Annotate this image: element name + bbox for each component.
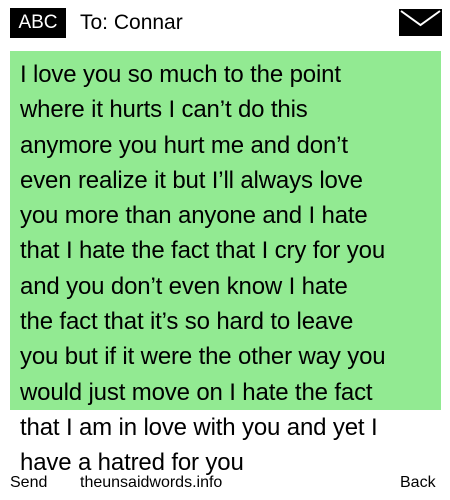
send-softkey[interactable]: Send: [10, 473, 47, 493]
message-line: and you don’t even know I hate: [20, 272, 348, 300]
message-line: that I hate the fact that I cry for you: [20, 237, 386, 265]
message-line: where it hurts I can’t do this: [20, 96, 308, 124]
message-body[interactable]: I love you so much to the point where it…: [20, 57, 445, 481]
message-line: that I am in love with you and yet I: [20, 413, 378, 441]
site-watermark: theunsaidwords.info: [80, 474, 223, 491]
message-line: you more than anyone and I hate: [20, 202, 368, 230]
message-line: would just move on I hate the fact: [20, 378, 373, 406]
input-mode-badge[interactable]: ABC: [10, 8, 66, 38]
softkey-bar: Send theunsaidwords.info Back: [0, 470, 450, 500]
message-line: even realize it but I’ll always love: [20, 166, 363, 194]
back-softkey[interactable]: Back: [400, 473, 436, 493]
recipient-field[interactable]: To: Connar: [80, 8, 183, 38]
message-header: ABC To: Connar: [0, 0, 450, 44]
envelope-icon: [399, 9, 442, 36]
message-line: the fact that it’s so hard to leave: [20, 308, 354, 336]
message-line: anymore you hurt me and don’t: [20, 131, 348, 159]
message-line: I love you so much to the point: [20, 61, 341, 88]
message-line: you but if it were the other way you: [20, 343, 386, 371]
